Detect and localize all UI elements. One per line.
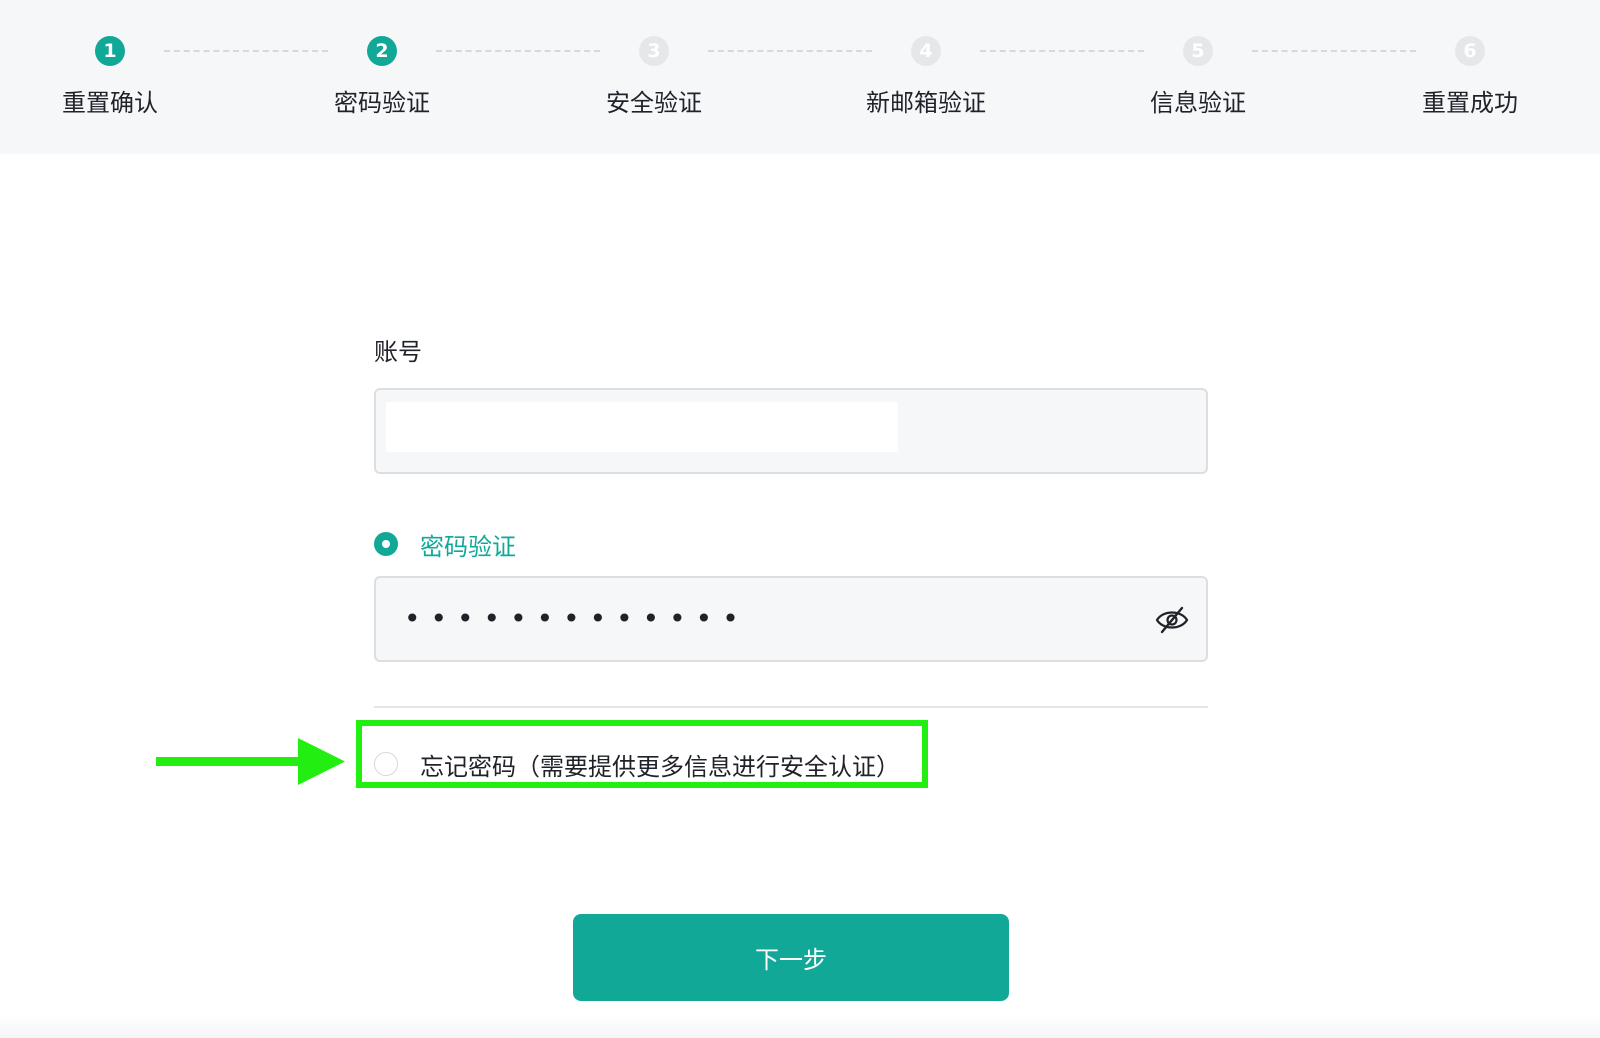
bottom-shadow — [0, 1016, 1600, 1038]
password-field[interactable]: ••••••••••••• — [374, 576, 1208, 662]
step-label: 重置确认 — [62, 89, 158, 117]
verification-form: 账号 密码验证 ••••••••••••• 忘记密码（需要提供更多信息进行安全认… — [374, 334, 1208, 784]
next-step-button[interactable]: 下一步 — [573, 914, 1009, 1001]
account-label: 账号 — [374, 338, 422, 366]
step-label: 重置成功 — [1422, 89, 1518, 117]
step-6: 6 重置成功 — [1360, 36, 1580, 118]
account-value-redacted — [386, 402, 898, 452]
step-number: 6 — [1455, 36, 1485, 66]
password-verify-label: 密码验证 — [420, 532, 516, 561]
forgot-password-option[interactable]: 忘记密码（需要提供更多信息进行安全认证） — [374, 744, 1208, 784]
divider — [374, 706, 1208, 708]
password-verify-radio[interactable] — [374, 532, 398, 556]
step-number: 3 — [639, 36, 669, 66]
step-number: 1 — [95, 36, 125, 66]
forgot-password-label: 忘记密码（需要提供更多信息进行安全认证） — [420, 752, 900, 781]
step-label: 信息验证 — [1150, 89, 1246, 117]
step-3: 3 安全验证 — [544, 36, 764, 118]
step-number: 2 — [367, 36, 397, 66]
right-arrow-icon — [156, 738, 345, 785]
step-4: 4 新邮箱验证 — [816, 36, 1036, 118]
step-2: 2 密码验证 — [272, 36, 492, 118]
step-label: 密码验证 — [334, 89, 430, 117]
reset-stepper: 1 重置确认 2 密码验证 3 安全验证 4 新邮箱验证 5 信息验证 6 重置… — [0, 0, 1600, 154]
step-number: 5 — [1183, 36, 1213, 66]
eye-slash-icon[interactable] — [1154, 602, 1190, 638]
account-field[interactable] — [374, 388, 1208, 474]
step-1: 1 重置确认 — [0, 36, 220, 118]
step-label: 安全验证 — [606, 89, 702, 117]
step-number: 4 — [911, 36, 941, 66]
step-5: 5 信息验证 — [1088, 36, 1308, 118]
password-masked-value: ••••••••••••• — [404, 602, 749, 635]
step-label: 新邮箱验证 — [866, 89, 986, 117]
password-verify-option[interactable]: 密码验证 — [374, 524, 1208, 564]
forgot-password-radio[interactable] — [374, 752, 398, 776]
